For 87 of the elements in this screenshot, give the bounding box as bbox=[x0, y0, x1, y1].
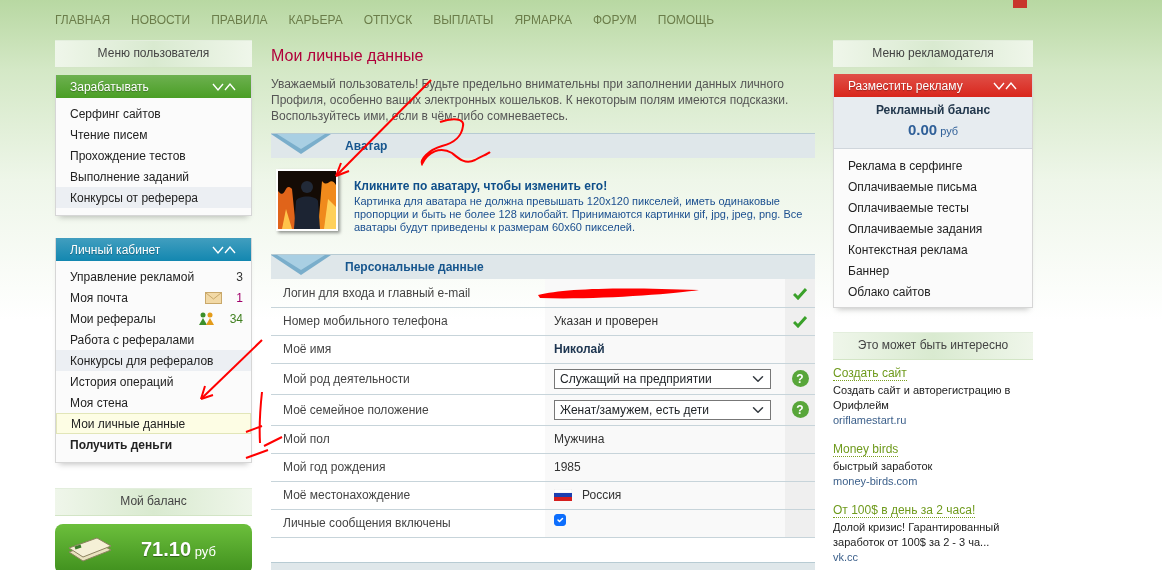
ad-link[interactable]: Money birds bbox=[833, 441, 899, 457]
field-label: Моё семейное положение bbox=[271, 394, 545, 425]
menu-item[interactable]: Оплачиваемые письма bbox=[834, 176, 1032, 198]
ad-description: Долой кризис! Гарантированный заработок от 100$ за 2 - 3 ча... bbox=[833, 519, 1001, 550]
change-avatar-link[interactable]: Кликните по аватару, чтобы изменить его! bbox=[354, 179, 608, 193]
menu-item[interactable]: История операций bbox=[56, 371, 251, 392]
menu-item[interactable]: Чтение писем bbox=[56, 124, 251, 145]
ad-url: money-birds.com bbox=[833, 473, 919, 489]
sidebar-heading: Мой баланс bbox=[55, 488, 252, 516]
menu-item-label: Серфинг сайтов bbox=[70, 105, 161, 123]
panel-header[interactable]: Личный кабинет bbox=[56, 238, 251, 261]
flag-icon bbox=[554, 489, 572, 501]
envelope-icon bbox=[205, 291, 223, 304]
menu-item[interactable]: Оплачиваемые тесты bbox=[834, 197, 1032, 219]
menu-item[interactable]: Прохождение тестов bbox=[56, 145, 251, 166]
ad-url: oriflamestart.ru bbox=[833, 412, 908, 428]
menu-item-label: Выполнение заданий bbox=[70, 168, 190, 186]
field-label: Моё имя bbox=[271, 335, 545, 363]
field-label: Мой год рождения bbox=[271, 453, 545, 481]
section-title: Персональные данные bbox=[345, 259, 484, 276]
field-label: Личные сообщения включены bbox=[271, 509, 545, 537]
panel-title: Личный кабинет bbox=[70, 241, 161, 259]
menu-item[interactable]: Конкурсы для рефералов bbox=[56, 350, 251, 371]
ad-link[interactable]: Создать сайт bbox=[833, 365, 907, 381]
menu-item-label: Конкурсы для рефералов bbox=[70, 352, 214, 370]
field-label: Мой пол bbox=[271, 425, 545, 453]
menu-item-label: Моя стена bbox=[70, 394, 128, 412]
menu-item[interactable]: Мои рефералы 34 bbox=[56, 308, 251, 329]
menu-item-label: Моя почта bbox=[70, 289, 128, 307]
checkbox[interactable] bbox=[554, 514, 566, 526]
field-label: Мой род деятельности bbox=[271, 363, 545, 394]
people-icon bbox=[197, 311, 216, 326]
page-title: Мои личные данные bbox=[271, 46, 425, 66]
balance-amount: 0.00 руб bbox=[907, 124, 959, 138]
menu-item[interactable]: Мои личные данные bbox=[56, 413, 251, 434]
field-label: Номер мобильного телефона bbox=[271, 307, 545, 335]
menu-item-label: История операций bbox=[70, 373, 174, 391]
menu-item[interactable]: Облако сайтов bbox=[834, 281, 1032, 303]
item-count: 34 bbox=[229, 310, 243, 328]
menu-item[interactable]: Серфинг сайтов bbox=[56, 103, 251, 124]
banknotes-icon bbox=[67, 534, 113, 564]
balance-amount: 71.10 руб bbox=[141, 537, 216, 562]
menu-item[interactable]: Моя почта 1 bbox=[56, 287, 251, 308]
menu-item[interactable]: Реклама в серфинге bbox=[834, 155, 1032, 177]
field-value: 1985 bbox=[554, 460, 581, 474]
menu-item-label: Конкурсы от реферера bbox=[70, 189, 198, 207]
field-label: Моё местонахождение bbox=[271, 481, 545, 509]
ad-description: Создать сайт и авторегистрацию в Орифлейм bbox=[833, 382, 1012, 413]
avatar-hint: Картинка для аватара не должна превышать 120x120 пикселей, иметь одинаковые пропорции и быть не более 128 килобайт. Принимаются картинки gif, jpg, jpeg, png. Все аватары будут приведены к размерам 60x60 пикселей. bbox=[354, 195, 804, 234]
field-value: Указан и проверен bbox=[554, 314, 659, 328]
ad-url: vk.cc bbox=[833, 549, 860, 565]
menu-item[interactable]: Работа с рефералами bbox=[56, 329, 251, 350]
field-value: Николай bbox=[554, 342, 605, 356]
collapse-icon bbox=[992, 80, 1018, 91]
item-count: 1 bbox=[236, 289, 243, 307]
menu-item-label: Работа с рефералами bbox=[70, 331, 195, 349]
collapse-icon bbox=[211, 244, 237, 255]
section-header[interactable]: Персональные данные bbox=[271, 254, 815, 279]
ad-description: быстрый заработок bbox=[833, 458, 934, 474]
menu-item[interactable]: Оплачиваемые задания bbox=[834, 218, 1032, 240]
dropdown[interactable]: Служащий на предприятии bbox=[554, 368, 771, 389]
collapse-icon bbox=[211, 81, 237, 92]
menu-item-label: Чтение писем bbox=[70, 126, 148, 144]
menu-item[interactable]: Конкурсы от реферера bbox=[56, 187, 251, 208]
menu-item[interactable]: Контекстная реклама bbox=[834, 239, 1032, 261]
menu-item-label: Мои рефералы bbox=[70, 310, 156, 328]
panel-title: Разместить рекламу bbox=[848, 77, 963, 95]
dropdown[interactable]: Женат/замужем, есть дети bbox=[554, 399, 771, 420]
menu-item[interactable]: Моя стена bbox=[56, 392, 251, 413]
menu-item-label: Управление рекламой bbox=[70, 268, 195, 286]
panel-title: Зарабатывать bbox=[70, 78, 149, 96]
menu-item-label: Прохождение тестов bbox=[70, 147, 186, 165]
menu-item[interactable]: Получить деньги bbox=[56, 434, 251, 455]
menu-item[interactable]: Баннер bbox=[834, 260, 1032, 282]
menu-item-label: Мои личные данные bbox=[71, 415, 186, 433]
field-value: Мужчина bbox=[554, 432, 605, 446]
panel-header[interactable]: Разместить рекламу bbox=[834, 74, 1032, 97]
item-count: 3 bbox=[236, 268, 243, 286]
sidebar-heading: Меню пользователя bbox=[55, 40, 252, 68]
menu-item-label: Получить деньги bbox=[70, 436, 173, 454]
balance-label: Рекламный баланс bbox=[874, 102, 992, 119]
menu-item[interactable]: Выполнение заданий bbox=[56, 166, 251, 187]
annotation-mark bbox=[420, 118, 491, 165]
menu-item[interactable]: Управление рекламой 3 bbox=[56, 266, 251, 287]
sidebar-heading: Меню рекламодателя bbox=[833, 40, 1033, 68]
field-value: Россия bbox=[582, 487, 622, 504]
sidebar-heading: Это может быть интересно bbox=[833, 331, 1033, 360]
